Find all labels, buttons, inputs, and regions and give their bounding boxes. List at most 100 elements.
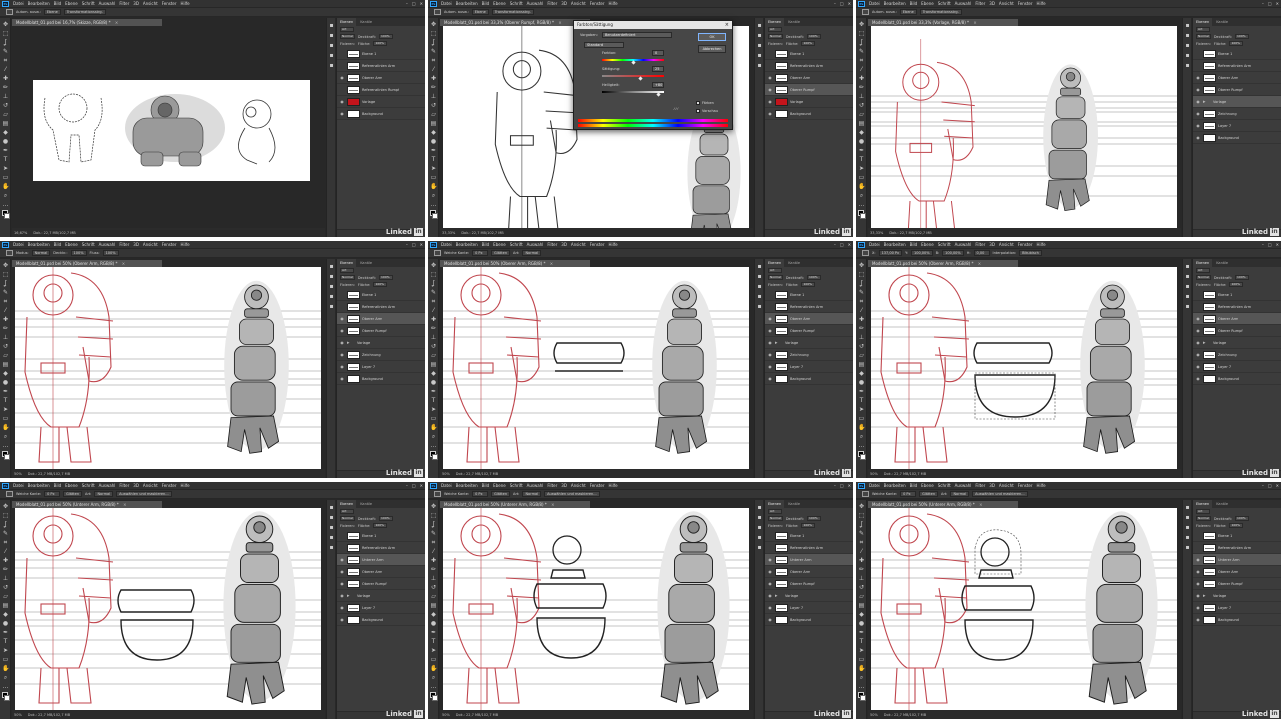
adjustments-icon[interactable]: ▪	[1184, 524, 1191, 531]
hand-tool-icon[interactable]: ✋	[2, 665, 9, 672]
zoom-level[interactable]: 33,33%	[870, 231, 883, 235]
quick-select-tool-icon[interactable]: ✎	[2, 48, 9, 55]
crop-tool-icon[interactable]: ⌗	[858, 298, 865, 305]
layer-row[interactable]: ◉ Background	[765, 614, 853, 626]
document-canvas[interactable]	[15, 508, 321, 710]
layer-row[interactable]: ◉ Background	[765, 373, 853, 385]
more-tools-icon[interactable]: …	[2, 201, 9, 208]
minimize-button[interactable]: –	[834, 242, 836, 247]
menu-auswahl[interactable]: Auswahl	[527, 241, 544, 248]
gradient-tool-icon[interactable]: ▤	[430, 361, 437, 368]
option-field[interactable]: 100,00%	[942, 250, 964, 256]
more-tools-icon[interactable]: …	[858, 683, 865, 690]
gradient-tool-icon[interactable]: ▤	[2, 120, 9, 127]
layer-row[interactable]: ◉ Oberer Rumpf	[1193, 84, 1281, 96]
dodge-tool-icon[interactable]: ●	[430, 620, 437, 627]
menu-ebene[interactable]: Ebene	[493, 0, 506, 7]
document-canvas[interactable]	[871, 508, 1177, 710]
adjustments-icon[interactable]: ▪	[328, 524, 335, 531]
history-icon[interactable]: ▪	[328, 504, 335, 511]
zoom-level[interactable]: 50%	[442, 713, 450, 717]
marquee-tool-icon[interactable]: ⬚	[430, 512, 437, 519]
menu-ansicht[interactable]: Ansicht	[571, 241, 586, 248]
layer-row[interactable]: ◉ Oberer Arm	[765, 313, 853, 325]
lasso-tool-icon[interactable]: ʆ	[858, 39, 865, 46]
menu-fenster[interactable]: Fenster	[1018, 241, 1033, 248]
eyedropper-tool-icon[interactable]: ⁄	[430, 548, 437, 555]
visibility-eye-icon[interactable]: ◉	[767, 352, 773, 357]
menu-3d[interactable]: 3D	[133, 0, 139, 7]
menu-bearbeiten[interactable]: Bearbeiten	[28, 0, 50, 7]
visibility-eye-icon[interactable]: ◉	[767, 87, 773, 92]
canvas-area[interactable]	[440, 508, 753, 710]
menu-ansicht[interactable]: Ansicht	[571, 482, 586, 489]
visibility-eye-icon[interactable]: ◉	[1195, 99, 1201, 104]
brush-tool-icon[interactable]: ✏	[430, 566, 437, 573]
menu-hilfe[interactable]: Hilfe	[609, 0, 618, 7]
menu-fenster[interactable]: Fenster	[162, 482, 177, 489]
option-field[interactable]: Normal	[31, 250, 51, 256]
fill-field[interactable]: 100%	[801, 41, 816, 46]
menu-filter[interactable]: Filter	[119, 241, 129, 248]
move-tool-icon[interactable]: ✥	[2, 262, 9, 269]
menu-ebene[interactable]: Ebene	[493, 482, 506, 489]
quick-select-tool-icon[interactable]: ✎	[430, 289, 437, 296]
dodge-tool-icon[interactable]: ●	[858, 620, 865, 627]
visibility-eye-icon[interactable]: ◉	[1195, 75, 1201, 80]
canvas-area[interactable]	[12, 267, 325, 469]
hand-tool-icon[interactable]: ✋	[2, 424, 9, 431]
brush-tool-icon[interactable]: ✏	[2, 84, 9, 91]
document-tab[interactable]: Modellblatt_01.psd bei 50% (Oberer Arm, …	[868, 260, 1018, 267]
blur-tool-icon[interactable]: ◆	[2, 129, 9, 136]
pen-tool-icon[interactable]: ✒	[2, 147, 9, 154]
visibility-eye-icon[interactable]: ◉	[767, 99, 773, 104]
menu-hilfe[interactable]: Hilfe	[609, 241, 618, 248]
swatches-icon[interactable]: ▪	[1184, 62, 1191, 69]
tab-layers[interactable]: Ebenen	[1193, 500, 1213, 508]
close-tab-icon[interactable]: ×	[979, 502, 982, 507]
gradient-tool-icon[interactable]: ▤	[858, 120, 865, 127]
option-field[interactable]: Transformationsstrg.	[919, 9, 962, 15]
option-field[interactable]: 0 Px	[44, 491, 61, 497]
layer-row[interactable]: ◉ Layer 7	[337, 361, 425, 373]
swatches-icon[interactable]: ▪	[328, 303, 335, 310]
menu-hilfe[interactable]: Hilfe	[181, 482, 190, 489]
visibility-eye-icon[interactable]: ◉	[767, 75, 773, 80]
type-tool-icon[interactable]: T	[2, 638, 9, 645]
quick-select-tool-icon[interactable]: ✎	[858, 48, 865, 55]
layer-row[interactable]: ◉ Oberer Rumpf	[337, 578, 425, 590]
blur-tool-icon[interactable]: ◆	[858, 611, 865, 618]
menu-bild[interactable]: Bild	[54, 482, 62, 489]
maximize-button[interactable]: □	[1268, 483, 1272, 488]
history-icon[interactable]: ▪	[756, 22, 763, 29]
layer-row[interactable]: ◉ Vorlage	[337, 96, 425, 108]
close-button[interactable]: ✕	[848, 483, 851, 488]
zoom-tool-icon[interactable]: ⌕	[2, 192, 9, 199]
swatches-icon[interactable]: ▪	[1184, 303, 1191, 310]
quick-select-tool-icon[interactable]: ✎	[858, 289, 865, 296]
zoom-level[interactable]: 33,33%	[442, 231, 455, 235]
tool-preset-icon[interactable]	[862, 9, 869, 15]
menu-ansicht[interactable]: Ansicht	[143, 482, 158, 489]
shape-tool-icon[interactable]: ▭	[2, 174, 9, 181]
adjustments-icon[interactable]: ▪	[756, 524, 763, 531]
close-button[interactable]: ✕	[420, 483, 423, 488]
opacity-field[interactable]: 100%	[807, 516, 821, 521]
zoom-tool-icon[interactable]: ⌕	[2, 674, 9, 681]
gradient-tool-icon[interactable]: ▤	[2, 361, 9, 368]
menu-ansicht[interactable]: Ansicht	[999, 241, 1014, 248]
visibility-eye-icon[interactable]: ◉	[1195, 111, 1201, 116]
path-select-tool-icon[interactable]: ➤	[430, 406, 437, 413]
stamp-tool-icon[interactable]: ⊥	[430, 575, 437, 582]
history-brush-tool-icon[interactable]: ↺	[2, 343, 9, 350]
visibility-eye-icon[interactable]: ◉	[339, 581, 345, 586]
menu-hilfe[interactable]: Hilfe	[1037, 241, 1046, 248]
history-brush-tool-icon[interactable]: ↺	[430, 584, 437, 591]
dodge-tool-icon[interactable]: ●	[2, 620, 9, 627]
opacity-field[interactable]: 100%	[379, 275, 393, 280]
fill-field[interactable]: 100%	[1229, 523, 1244, 528]
menu-datei[interactable]: Datei	[869, 482, 880, 489]
layer-filter-select[interactable]: Art	[768, 27, 782, 32]
layer-row[interactable]: Referenzlinien Arm	[1193, 542, 1281, 554]
brush-panel-icon[interactable]: ▪	[328, 534, 335, 541]
